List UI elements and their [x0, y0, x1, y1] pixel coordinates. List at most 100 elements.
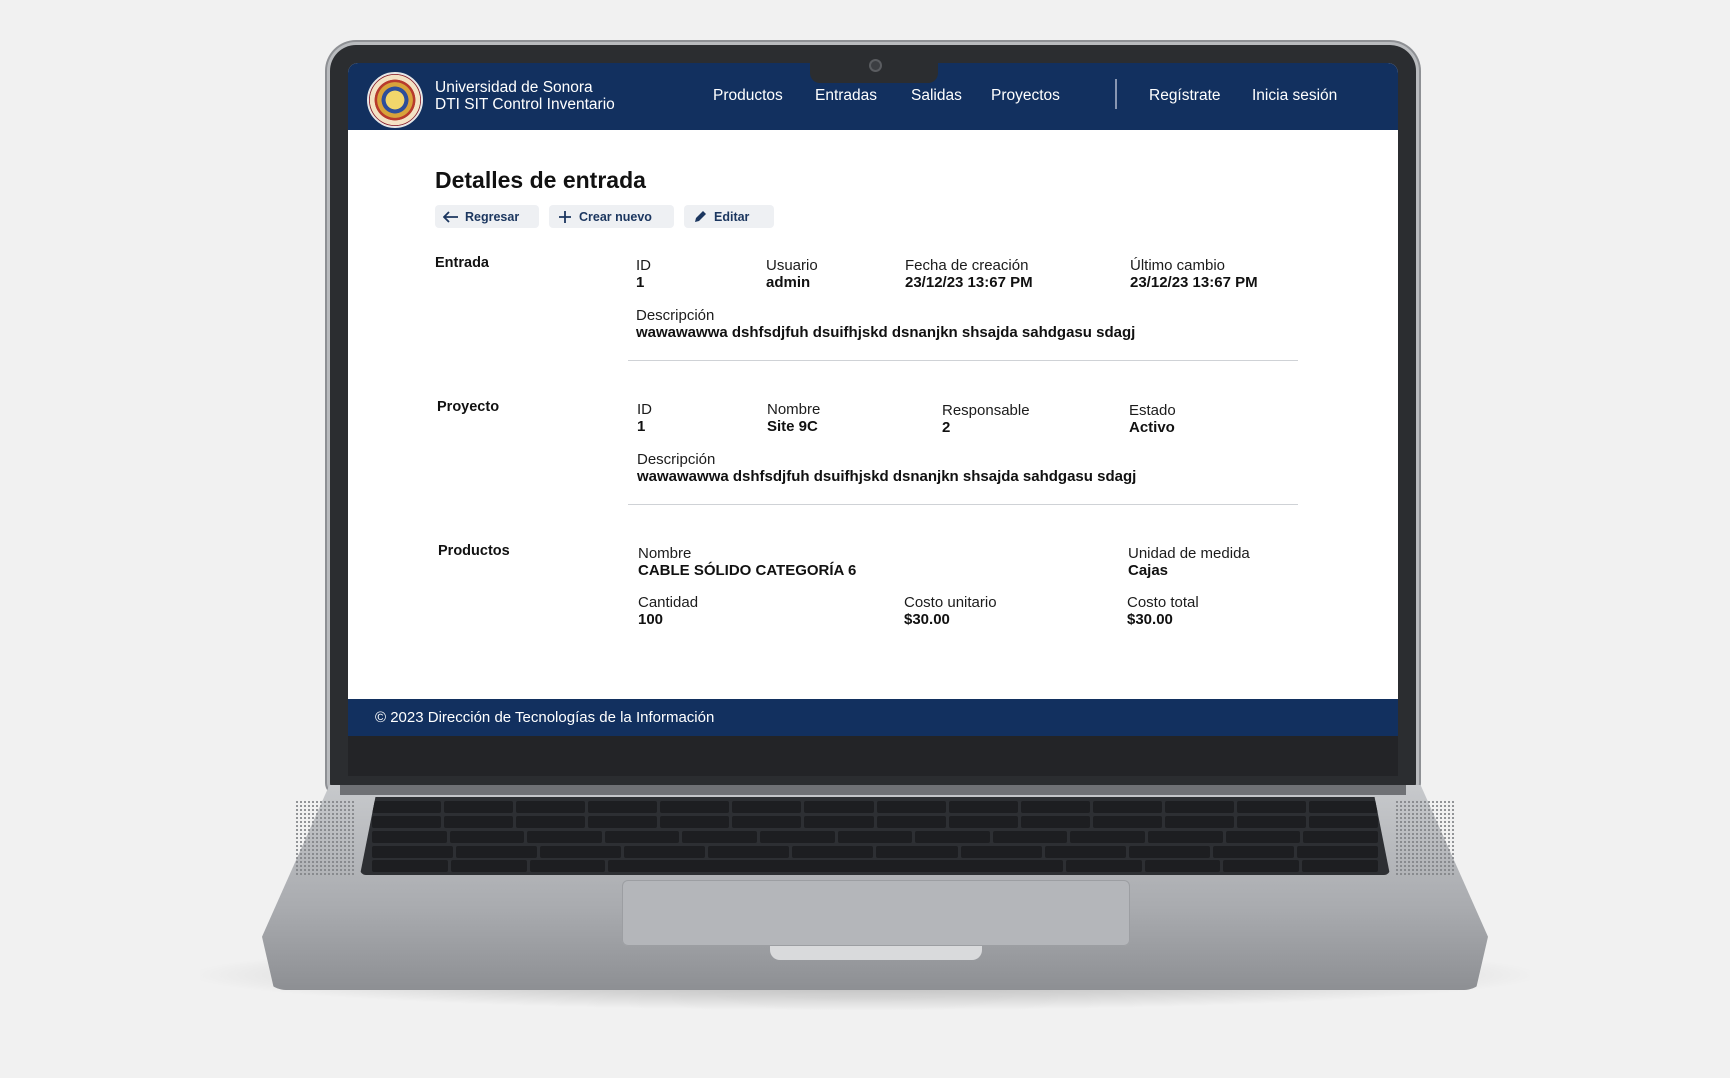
producto-costo-unitario-value: $30.00 — [904, 611, 950, 628]
key-row — [372, 816, 1379, 828]
nav-entradas[interactable]: Entradas — [815, 87, 877, 105]
nav-divider — [1115, 79, 1117, 109]
nav-inicia-sesion[interactable]: Inicia sesión — [1252, 87, 1337, 105]
proyecto-responsable-label: Responsable — [942, 402, 1030, 419]
key — [804, 816, 874, 828]
key — [1303, 831, 1378, 843]
regresar-button[interactable]: Regresar — [435, 205, 539, 228]
key — [1092, 801, 1162, 813]
editar-label: Editar — [714, 209, 750, 224]
key — [804, 801, 874, 813]
editar-button[interactable]: Editar — [684, 205, 774, 228]
key — [372, 860, 448, 872]
producto-costo-unitario-label: Costo unitario — [904, 594, 997, 611]
key — [732, 801, 802, 813]
key — [1092, 816, 1162, 828]
key — [1044, 846, 1126, 858]
producto-nombre-value: CABLE SÓLIDO CATEGORÍA 6 — [638, 562, 857, 579]
key — [372, 831, 447, 843]
section-title-entrada: Entrada — [435, 255, 489, 271]
proyecto-estado-label: Estado — [1129, 402, 1176, 419]
entrada-descripcion-value: wawawawwa dshfsdjfuh dsuifhjskd dsnanjkn… — [636, 324, 1136, 341]
key — [915, 831, 990, 843]
section-title-proyecto: Proyecto — [437, 399, 500, 415]
key — [948, 816, 1018, 828]
nav-registrate[interactable]: Regístrate — [1149, 87, 1221, 105]
key — [1148, 831, 1223, 843]
key — [837, 831, 913, 843]
key — [450, 860, 527, 872]
key — [660, 801, 730, 813]
nav-proyectos[interactable]: Proyectos — [991, 87, 1060, 105]
arrow-left-icon — [443, 209, 459, 225]
camera-notch — [810, 55, 938, 83]
key — [1144, 860, 1221, 872]
brand-title[interactable]: Universidad de Sonora DTI SIT Control In… — [435, 79, 615, 113]
key-row — [372, 860, 1378, 872]
key — [1164, 801, 1234, 813]
key — [1236, 801, 1307, 813]
camera-icon — [869, 59, 882, 72]
key — [588, 816, 658, 828]
key-row — [372, 801, 1379, 813]
key — [372, 816, 442, 828]
producto-unidad-label: Unidad de medida — [1128, 545, 1250, 562]
key — [1302, 860, 1378, 872]
brand-line-1: Universidad de Sonora — [435, 79, 593, 96]
key — [527, 831, 602, 843]
producto-nombre-label: Nombre — [638, 545, 692, 562]
key — [1065, 860, 1142, 872]
key — [624, 846, 706, 858]
key — [876, 846, 958, 858]
section-divider — [628, 504, 1298, 505]
crear-nuevo-label: Crear nuevo — [579, 209, 652, 224]
key — [1070, 831, 1146, 843]
producto-costo-total-value: $30.00 — [1127, 611, 1173, 628]
key — [876, 801, 946, 813]
key — [992, 831, 1068, 843]
nav-productos[interactable]: Productos — [713, 87, 783, 105]
university-logo-icon[interactable] — [367, 72, 423, 128]
key — [876, 816, 946, 828]
app-screen: Universidad de Sonora DTI SIT Control In… — [348, 63, 1398, 736]
key — [1309, 816, 1379, 828]
entrada-id-label: ID — [636, 257, 651, 274]
proyecto-nombre-value: Site 9C — [767, 418, 818, 435]
key — [708, 846, 790, 858]
entrada-descripcion-label: Descripción — [636, 307, 715, 324]
proyecto-id-label: ID — [637, 401, 652, 418]
space-key — [608, 860, 1063, 872]
key — [660, 816, 730, 828]
key — [1236, 816, 1307, 828]
key — [1225, 831, 1301, 843]
key — [1020, 816, 1090, 828]
key-row — [372, 846, 1378, 858]
entrada-usuario-value: admin — [766, 274, 811, 291]
entrada-ultimo-cambio-label: Último cambio — [1130, 257, 1226, 274]
proyecto-descripcion-value: wawawawwa dshfsdjfuh dsuifhjskd dsnanjkn… — [637, 468, 1137, 485]
key — [604, 831, 680, 843]
section-title-productos: Productos — [438, 543, 510, 559]
key — [516, 801, 586, 813]
key — [760, 831, 835, 843]
key — [444, 816, 514, 828]
key — [1212, 846, 1294, 858]
key — [960, 846, 1042, 858]
regresar-label: Regresar — [465, 209, 520, 224]
laptop-front-lip — [770, 946, 982, 960]
crear-nuevo-button[interactable]: Crear nuevo — [549, 205, 674, 228]
entrada-id-value: 1 — [636, 274, 645, 291]
proyecto-nombre-label: Nombre — [767, 401, 821, 418]
key — [372, 801, 442, 813]
trackpad — [622, 880, 1130, 946]
proyecto-descripcion-label: Descripción — [637, 451, 716, 468]
screen-bezel — [348, 736, 1398, 776]
proyecto-responsable-value: 2 — [942, 419, 951, 436]
key — [588, 801, 658, 813]
entrada-ultimo-cambio-value: 23/12/23 13:67 PM — [1130, 274, 1258, 291]
pencil-icon — [692, 209, 708, 225]
key-row — [372, 831, 1378, 843]
key — [516, 816, 586, 828]
nav-salidas[interactable]: Salidas — [911, 87, 962, 105]
key — [1128, 846, 1210, 858]
